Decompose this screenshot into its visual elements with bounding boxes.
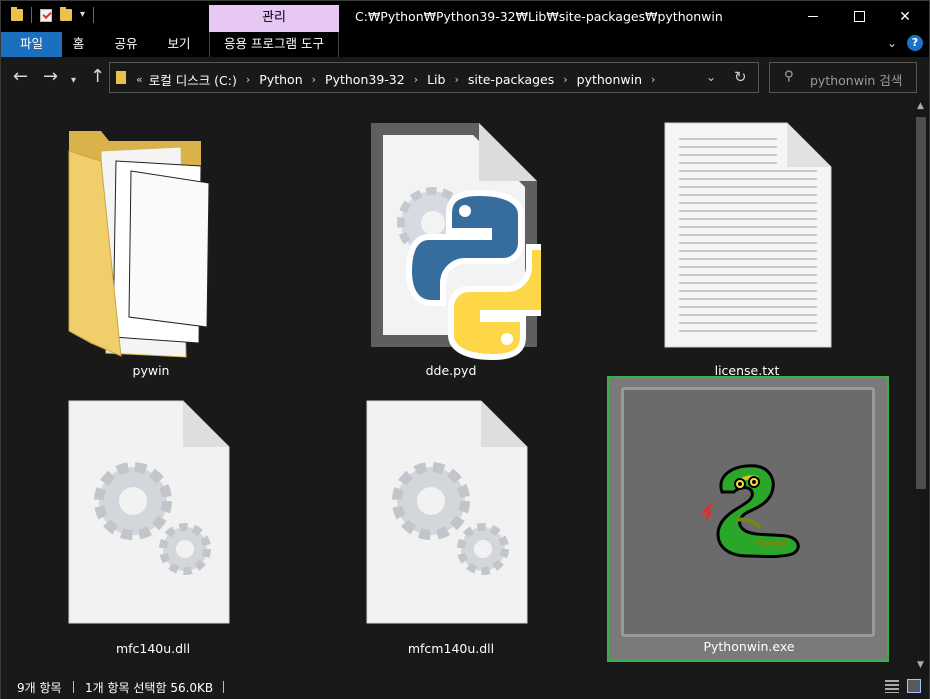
up-arrow-icon[interactable]: ↑ bbox=[90, 67, 105, 87]
search-placeholder: pythonwin 검색 bbox=[810, 73, 903, 88]
crumb-site-packages[interactable]: site-packages bbox=[468, 72, 554, 87]
tab-application-tools[interactable]: 응용 프로그램 도구 bbox=[209, 32, 339, 57]
quick-access-toolbar: ▾ bbox=[11, 7, 95, 23]
vertical-scrollbar[interactable]: ▲ ▼ bbox=[913, 99, 929, 675]
tab-manage[interactable]: 관리 bbox=[209, 5, 339, 32]
crumb-pythonwin[interactable]: pythonwin bbox=[577, 72, 642, 87]
crumb-python39-32[interactable]: Python39-32 bbox=[325, 72, 405, 87]
item-count: 9개 항목 bbox=[17, 681, 62, 695]
folder-icon bbox=[68, 131, 210, 358]
scroll-down-icon[interactable]: ▼ bbox=[917, 660, 924, 670]
status-divider bbox=[223, 681, 224, 693]
customize-toolbar-icon[interactable]: ▾ bbox=[80, 9, 85, 21]
tab-share[interactable]: 공유 bbox=[107, 32, 145, 57]
list-item[interactable]: mfcm140u.dll bbox=[361, 399, 541, 659]
overflow-chevron[interactable]: « bbox=[136, 73, 143, 86]
file-list: pywin dde.pyd license.txt mfc140u.dll mf… bbox=[1, 99, 913, 675]
refresh-icon[interactable]: ↻ bbox=[734, 68, 747, 86]
maximize-button[interactable] bbox=[836, 1, 882, 32]
list-item[interactable]: dde.pyd bbox=[361, 121, 567, 381]
file-name: Pythonwin.exe bbox=[703, 639, 795, 654]
list-item[interactable]: mfc140u.dll bbox=[63, 399, 243, 659]
forward-arrow-icon[interactable]: → bbox=[43, 67, 58, 87]
toolbar-divider bbox=[93, 7, 95, 23]
chevron-right-icon[interactable]: › bbox=[563, 73, 567, 86]
crumb-python[interactable]: Python bbox=[259, 72, 302, 87]
folder-icon[interactable] bbox=[11, 7, 23, 21]
recent-locations-icon[interactable]: ▾ bbox=[71, 71, 76, 91]
selected-file-label: Pythonwin.exe bbox=[659, 639, 839, 659]
help-icon[interactable]: ? bbox=[907, 35, 923, 51]
file-name: pywin bbox=[132, 363, 170, 378]
properties-icon[interactable] bbox=[40, 8, 52, 22]
search-input[interactable]: ⚲ pythonwin 검색 bbox=[769, 62, 917, 93]
back-arrow-icon[interactable]: ← bbox=[13, 67, 28, 87]
scrollbar-thumb[interactable] bbox=[916, 117, 926, 489]
minimize-button[interactable] bbox=[790, 1, 836, 32]
address-bar[interactable]: « 로컬 디스크 (C:) › Python › Python39-32 › L… bbox=[109, 62, 759, 93]
ribbon-tabs: 파일 홈 공유 보기 응용 프로그램 도구 ⌄ ? bbox=[1, 32, 929, 57]
maximize-icon bbox=[853, 11, 865, 22]
close-icon: ✕ bbox=[899, 8, 911, 25]
crumb-lib[interactable]: Lib bbox=[427, 72, 445, 87]
file-name: mfcm140u.dll bbox=[407, 641, 495, 656]
explorer-window: ▾ 관리 C:₩Python₩Python39-32₩Lib₩site-pack… bbox=[0, 0, 930, 699]
executable-thumbnail bbox=[621, 387, 875, 637]
new-folder-icon[interactable] bbox=[60, 7, 72, 21]
search-icon: ⚲ bbox=[784, 69, 794, 84]
chevron-right-icon[interactable]: › bbox=[414, 73, 418, 86]
toolbar-divider bbox=[31, 7, 32, 23]
chevron-down-icon[interactable]: ⌄ bbox=[706, 70, 716, 84]
python-file-icon bbox=[371, 123, 567, 361]
chevron-right-icon[interactable]: › bbox=[651, 73, 655, 86]
list-item[interactable]: license.txt bbox=[657, 121, 837, 381]
details-view-icon[interactable] bbox=[885, 680, 899, 693]
text-file-icon bbox=[664, 122, 832, 348]
tab-view[interactable]: 보기 bbox=[157, 32, 201, 57]
tab-file[interactable]: 파일 bbox=[1, 32, 62, 57]
dll-file-icon bbox=[68, 400, 230, 624]
selection-info: 1개 항목 선택함 56.0KB bbox=[85, 681, 214, 695]
tab-home[interactable]: 홈 bbox=[62, 32, 95, 57]
file-name: mfc140u.dll bbox=[115, 641, 191, 656]
navigation-bar: ← → ▾ ↑ « 로컬 디스크 (C:) › Python › Python3… bbox=[1, 57, 929, 99]
large-icons-view-icon[interactable] bbox=[907, 679, 921, 693]
crumb-local-disk[interactable]: 로컬 디스크 (C:) bbox=[149, 70, 237, 89]
window-title: C:₩Python₩Python39-32₩Lib₩site-packages₩… bbox=[355, 9, 723, 24]
dll-file-icon bbox=[366, 400, 528, 624]
scroll-up-icon[interactable]: ▲ bbox=[917, 101, 924, 111]
snake-icon bbox=[700, 464, 800, 558]
list-item[interactable]: pywin bbox=[61, 121, 241, 381]
folder-icon bbox=[116, 71, 126, 84]
minimize-icon bbox=[808, 16, 818, 17]
status-bar: 9개 항목 1개 항목 선택함 56.0KB bbox=[1, 675, 929, 699]
file-name: dde.pyd bbox=[425, 363, 477, 378]
status-divider bbox=[73, 681, 74, 693]
title-bar: ▾ 관리 C:₩Python₩Python39-32₩Lib₩site-pack… bbox=[1, 1, 929, 32]
chevron-right-icon[interactable]: › bbox=[312, 73, 316, 86]
chevron-down-icon[interactable]: ⌄ bbox=[887, 36, 897, 50]
breadcrumb: « 로컬 디스크 (C:) › Python › Python39-32 › L… bbox=[136, 70, 664, 89]
chevron-right-icon[interactable]: › bbox=[246, 73, 250, 86]
chevron-right-icon[interactable]: › bbox=[454, 73, 458, 86]
close-button[interactable]: ✕ bbox=[882, 1, 928, 32]
